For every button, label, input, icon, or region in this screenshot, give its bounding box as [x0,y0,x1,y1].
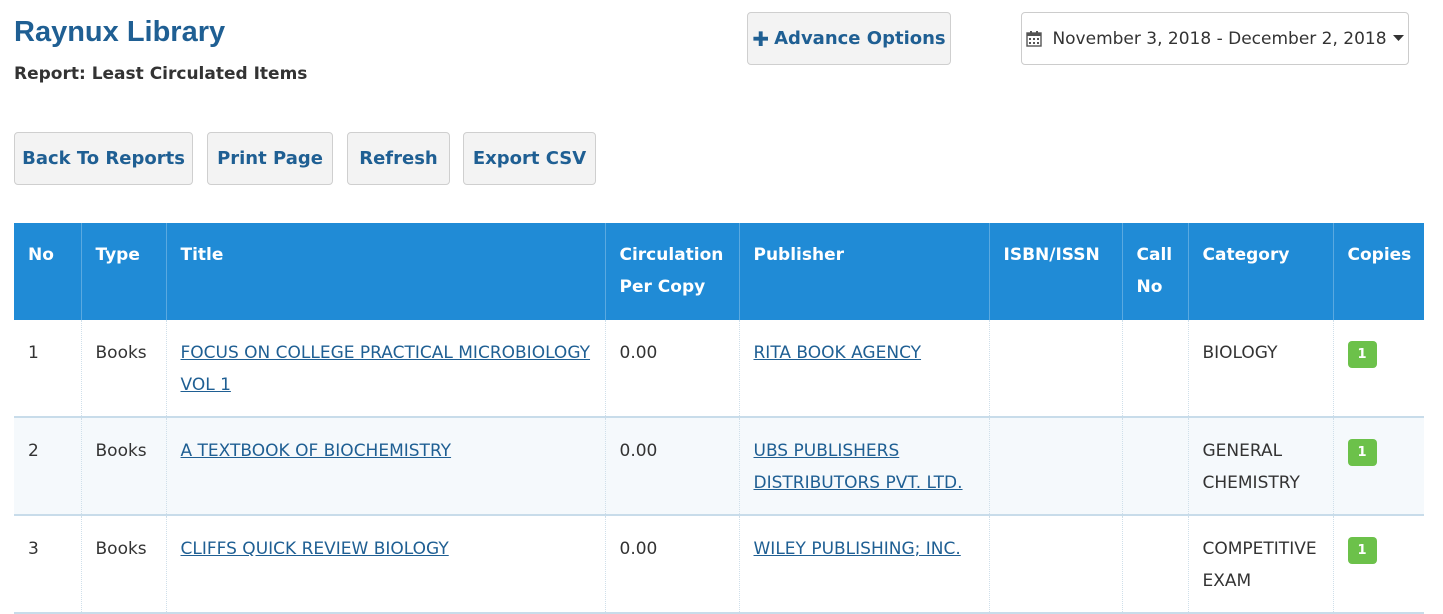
copies-badge: 1 [1347,537,1377,564]
table-header-row: No Type Title Circulation Per Copy Publi… [14,223,1424,320]
advance-options-button[interactable]: ✚ Advance Options [747,12,951,65]
cell-call-no [1122,320,1189,418]
cell-no: 3 [14,515,82,614]
cell-call-no [1122,515,1189,614]
back-to-reports-button[interactable]: Back To Reports [14,132,193,185]
cell-category: COMPETITIVE EXAM [1188,515,1334,614]
cell-publisher: WILEY PUBLISHING; INC. [739,515,990,614]
cell-type: Books [81,320,167,418]
date-range-picker[interactable]: November 3, 2018 - December 2, 2018 [1021,12,1409,65]
cell-no: 1 [14,320,82,418]
table-row: 2 Books A TEXTBOOK OF BIOCHEMISTRY 0.00 … [14,417,1424,516]
refresh-button[interactable]: Refresh [347,132,450,185]
publisher-link[interactable]: WILEY PUBLISHING; INC. [754,539,961,559]
column-header-copies[interactable]: Copies [1333,223,1424,320]
column-header-no[interactable]: No [14,223,82,320]
print-page-button[interactable]: Print Page [207,132,333,185]
cell-type: Books [81,417,167,516]
title-link[interactable]: A TEXTBOOK OF BIOCHEMISTRY [181,441,452,461]
table-row: 1 Books FOCUS ON COLLEGE PRACTICAL MICRO… [14,320,1424,418]
cell-publisher: UBS PUBLISHERS DISTRIBUTORS PVT. LTD. [739,417,990,516]
column-header-isbn[interactable]: ISBN/ISSN [989,223,1123,320]
column-header-circulation[interactable]: Circulation Per Copy [605,223,740,320]
cell-copies: 1 [1333,515,1424,614]
cell-copies: 1 [1333,417,1424,516]
cell-category: BIOLOGY [1188,320,1334,418]
calendar-icon [1026,30,1043,47]
app-title: Raynux Library [14,16,226,48]
cell-title: FOCUS ON COLLEGE PRACTICAL MICROBIOLOGY … [166,320,606,418]
cell-title: A TEXTBOOK OF BIOCHEMISTRY [166,417,606,516]
report-table: No Type Title Circulation Per Copy Publi… [14,223,1424,614]
cell-copies: 1 [1333,320,1424,418]
export-csv-button[interactable]: Export CSV [463,132,596,185]
publisher-link[interactable]: RITA BOOK AGENCY [754,343,922,363]
plus-icon: ✚ [752,26,770,51]
cell-category: GENERAL CHEMISTRY [1188,417,1334,516]
cell-circulation: 0.00 [605,320,740,418]
advance-options-label: Advance Options [774,28,946,49]
cell-circulation: 0.00 [605,417,740,516]
cell-isbn [989,417,1123,516]
column-header-call-no[interactable]: Call No [1122,223,1189,320]
table-row: 3 Books CLIFFS QUICK REVIEW BIOLOGY 0.00… [14,515,1424,614]
copies-badge: 1 [1347,439,1377,466]
cell-circulation: 0.00 [605,515,740,614]
cell-call-no [1122,417,1189,516]
cell-type: Books [81,515,167,614]
report-title: Report: Least Circulated Items [14,64,308,84]
column-header-publisher[interactable]: Publisher [739,223,990,320]
cell-title: CLIFFS QUICK REVIEW BIOLOGY [166,515,606,614]
cell-isbn [989,515,1123,614]
caret-down-icon [1392,35,1404,42]
cell-publisher: RITA BOOK AGENCY [739,320,990,418]
date-range-label: November 3, 2018 - December 2, 2018 [1052,28,1387,49]
column-header-category[interactable]: Category [1188,223,1334,320]
copies-badge: 1 [1347,341,1377,368]
cell-isbn [989,320,1123,418]
title-link[interactable]: CLIFFS QUICK REVIEW BIOLOGY [181,539,449,559]
publisher-link[interactable]: UBS PUBLISHERS DISTRIBUTORS PVT. LTD. [754,441,963,493]
column-header-title[interactable]: Title [166,223,606,320]
cell-no: 2 [14,417,82,516]
title-link[interactable]: FOCUS ON COLLEGE PRACTICAL MICROBIOLOGY … [181,343,591,395]
column-header-type[interactable]: Type [81,223,167,320]
